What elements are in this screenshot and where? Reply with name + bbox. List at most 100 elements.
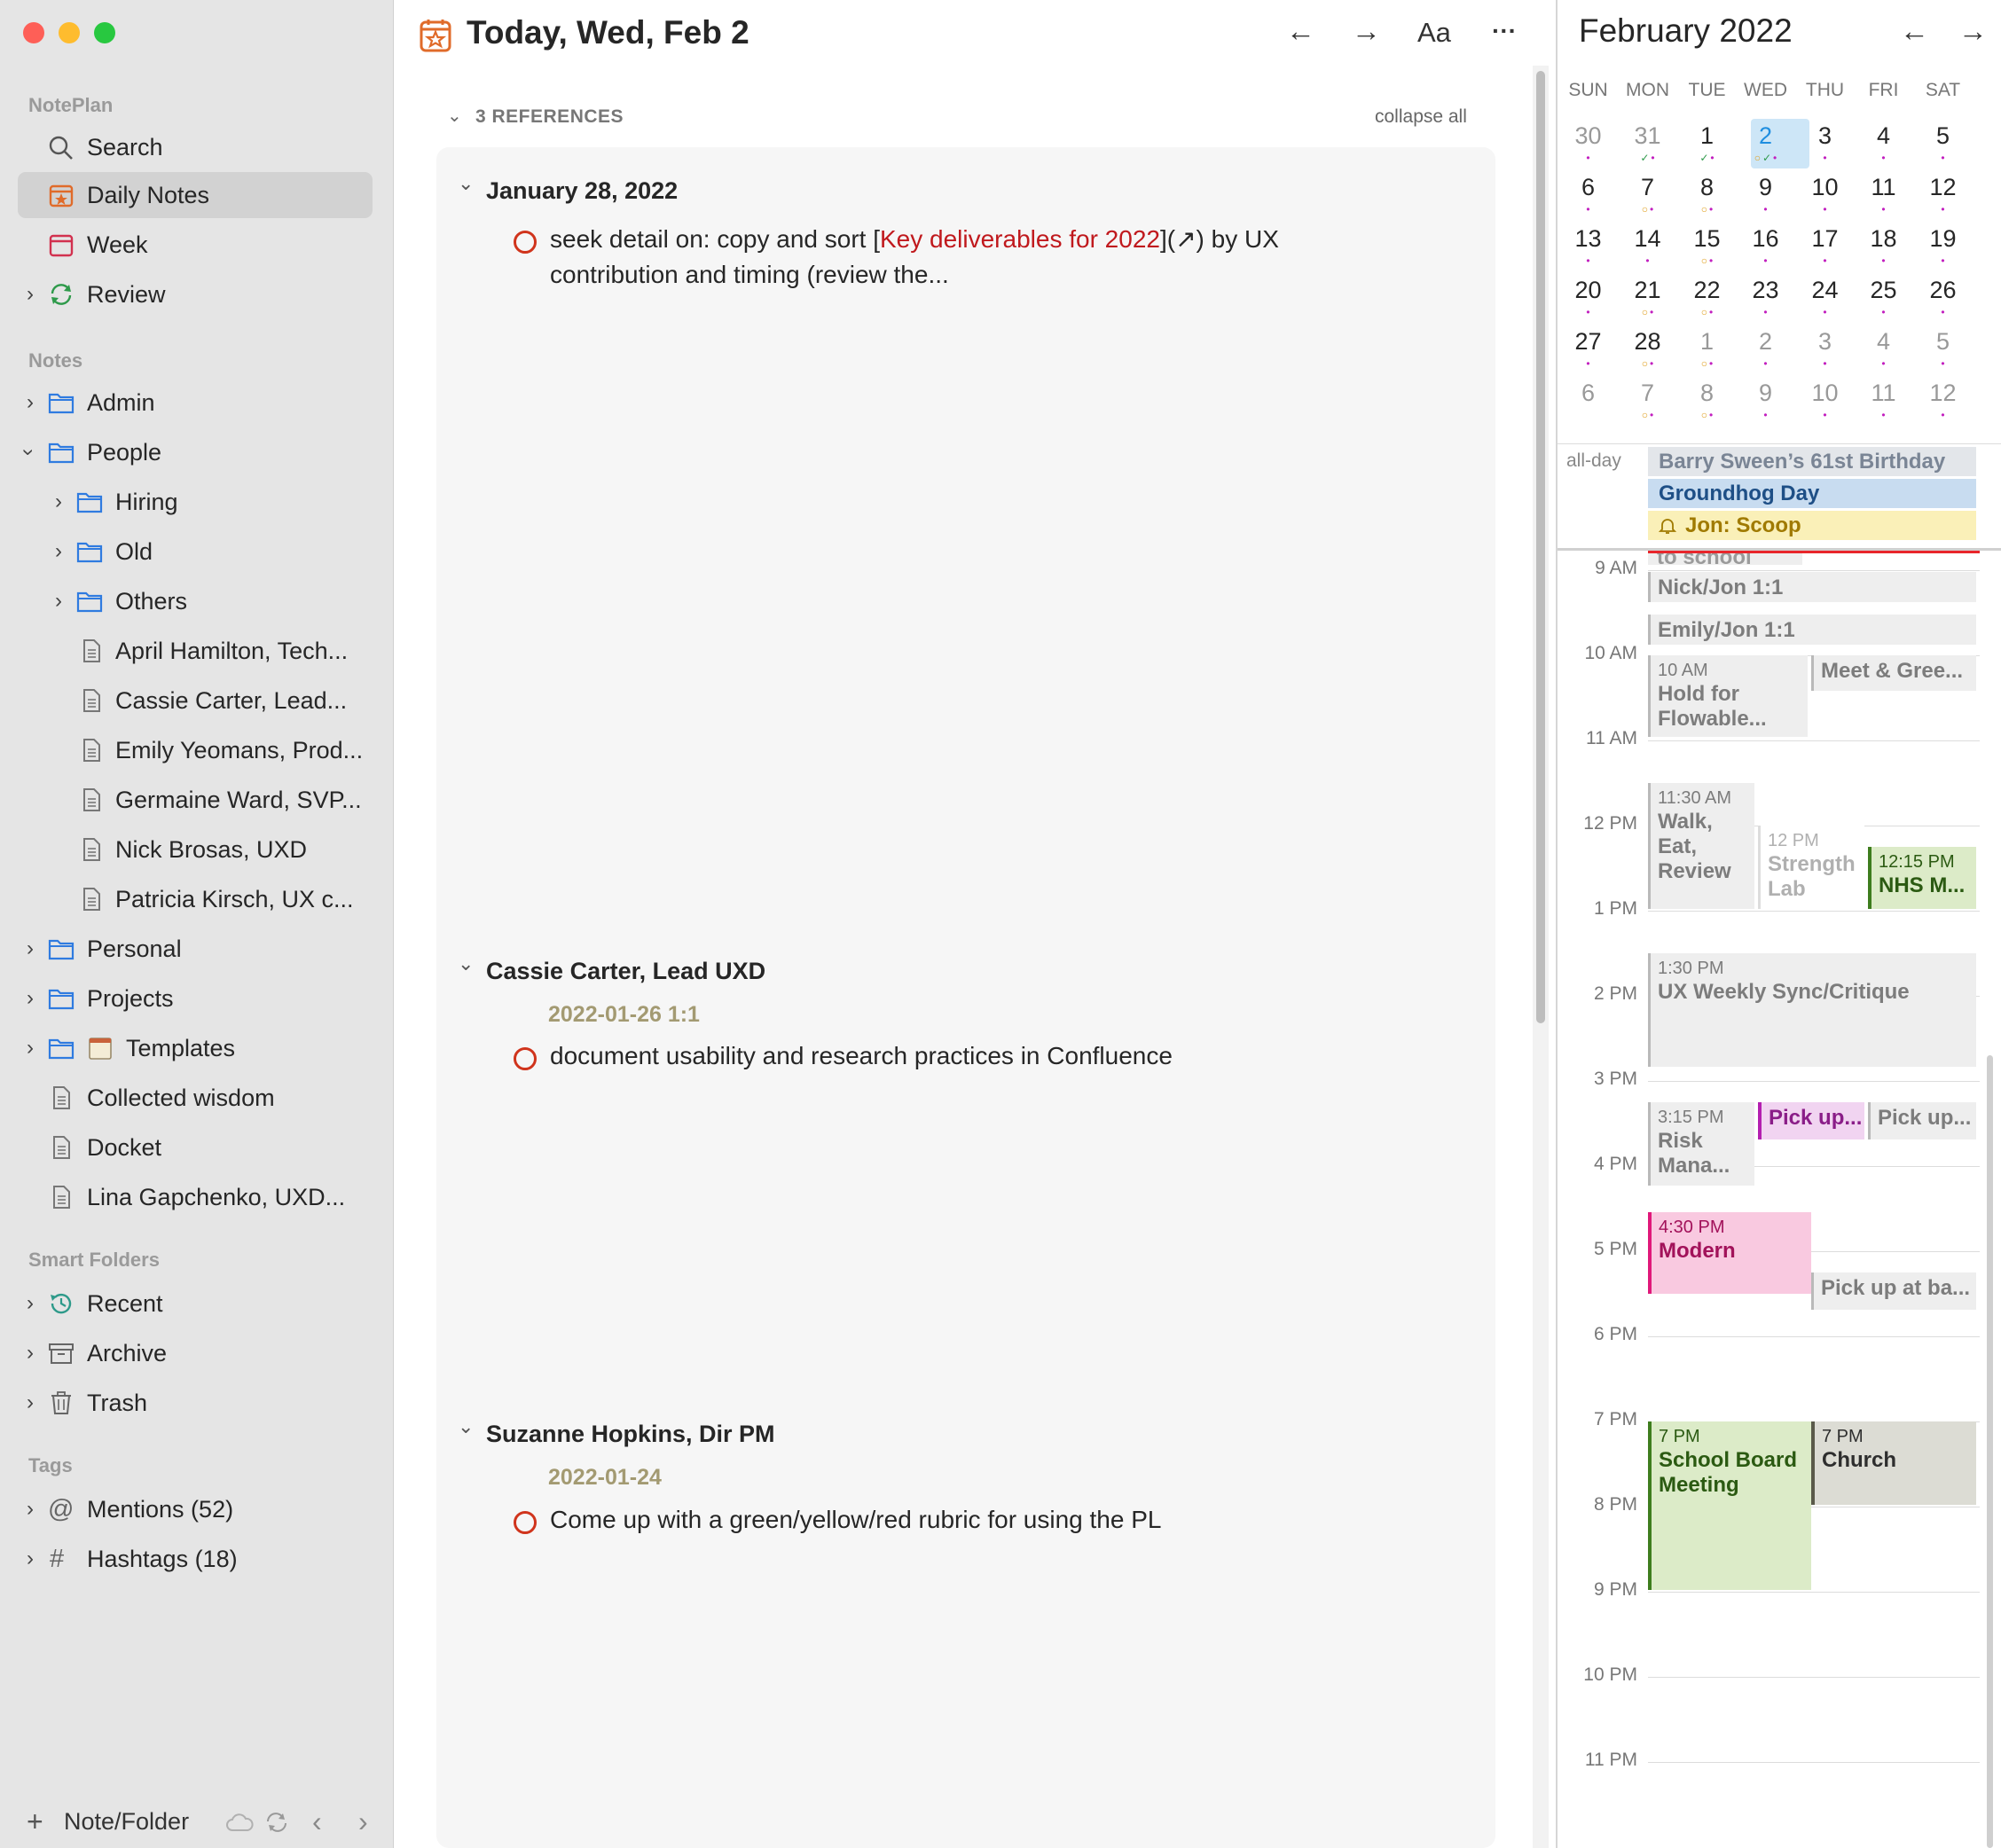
more-options-button[interactable]: ··· <box>1492 17 1517 45</box>
chevron-down-icon[interactable]: › <box>5 449 51 456</box>
chevron-right-icon[interactable]: › <box>27 1280 34 1327</box>
calendar-day[interactable]: 21 <box>1618 277 1677 304</box>
references-header[interactable]: 3 REFERENCES <box>475 106 624 128</box>
calendar-day-today[interactable]: 2 <box>1736 122 1795 150</box>
calendar-day[interactable]: 4 <box>1854 328 1913 356</box>
sidebar-note-docket[interactable]: Docket <box>18 1124 373 1171</box>
sidebar-note-patricia-kirsch[interactable]: Patricia Kirsch, UX c... <box>18 876 373 922</box>
calendar-day[interactable]: 15 <box>1677 225 1737 253</box>
chevron-right-icon[interactable]: › <box>55 578 62 624</box>
calendar-day[interactable]: 7 <box>1618 380 1677 407</box>
minimize-window-button[interactable] <box>59 22 80 43</box>
reference-heading[interactable]: Cassie Carter, Lead UXD <box>486 958 765 985</box>
chevron-right-icon[interactable]: › <box>27 271 34 317</box>
sidebar-item-mentions[interactable]: › @ Mentions (52) <box>18 1486 373 1532</box>
next-day-icon[interactable]: → <box>1352 14 1381 48</box>
calendar-event[interactable]: 11:30 AM Walk, Eat, Review <box>1648 783 1754 909</box>
calendar-event[interactable]: 12:15 PM NHS M... <box>1868 847 1976 909</box>
calendar-day[interactable]: 8 <box>1677 174 1737 201</box>
calendar-event[interactable]: Pick up... <box>1868 1102 1976 1139</box>
calendar-day[interactable]: 14 <box>1618 225 1677 253</box>
calendar-day[interactable]: 22 <box>1677 277 1737 304</box>
sidebar-folder-admin[interactable]: › Admin <box>18 380 373 426</box>
calendar-scrollbar[interactable] <box>1983 1055 1996 1848</box>
all-day-event[interactable]: Groundhog Day <box>1648 479 1976 508</box>
calendar-day[interactable]: 6 <box>1558 380 1618 407</box>
sidebar-folder-projects[interactable]: › Projects <box>18 975 373 1022</box>
calendar-day[interactable]: 7 <box>1618 174 1677 201</box>
calendar-event[interactable]: Emily/Jon 1:1 <box>1648 615 1976 645</box>
calendar-day[interactable]: 26 <box>1913 277 1973 304</box>
sidebar-folder-hiring[interactable]: › Hiring <box>18 479 373 525</box>
chevron-right-icon[interactable]: › <box>55 529 62 575</box>
calendar-day[interactable]: 11 <box>1854 174 1913 201</box>
calendar-day[interactable]: 1 <box>1677 122 1737 150</box>
chevron-right-icon[interactable]: › <box>27 1025 34 1071</box>
sidebar-note-emily-yeomans[interactable]: Emily Yeomans, Prod... <box>18 727 373 773</box>
calendar-day[interactable]: 9 <box>1736 174 1795 201</box>
chevron-right-icon[interactable]: › <box>27 975 34 1022</box>
previous-day-icon[interactable]: ← <box>1286 14 1315 48</box>
sidebar-note-april-hamilton[interactable]: April Hamilton, Tech... <box>18 628 373 674</box>
chevron-down-icon[interactable]: ⌄ <box>447 105 462 127</box>
back-icon[interactable]: ‹ <box>312 1800 322 1843</box>
chevron-right-icon[interactable]: › <box>27 1536 34 1582</box>
calendar-day[interactable]: 5 <box>1913 122 1973 150</box>
all-day-event[interactable]: Barry Sween’s 61st Birthday <box>1648 447 1976 476</box>
chevron-right-icon[interactable]: › <box>27 1380 34 1426</box>
chevron-right-icon[interactable]: › <box>27 926 34 972</box>
previous-month-icon[interactable]: ← <box>1900 14 1929 48</box>
chevron-down-icon[interactable]: ⌄ <box>458 172 474 195</box>
all-day-event-reminder[interactable]: Jon: Scoop <box>1648 511 1976 540</box>
calendar-day[interactable]: 3 <box>1795 122 1855 150</box>
scrollbar-thumb[interactable] <box>1987 1055 1993 1848</box>
note-link[interactable]: Key deliverables for 2022 <box>880 225 1160 253</box>
chevron-right-icon[interactable]: › <box>27 1330 34 1376</box>
calendar-event[interactable]: Meet & Gree... <box>1811 655 1976 691</box>
calendar-day[interactable]: 17 <box>1795 225 1855 253</box>
sidebar-folder-personal[interactable]: › Personal <box>18 926 373 972</box>
calendar-day[interactable]: 8 <box>1677 380 1737 407</box>
calendar-event[interactable]: Pick up... <box>1758 1102 1864 1139</box>
chevron-right-icon[interactable]: › <box>27 380 34 426</box>
sidebar-folder-templates[interactable]: › Templates <box>18 1025 373 1071</box>
calendar-event[interactable]: 7 PM School Board Meeting <box>1648 1421 1811 1590</box>
calendar-day[interactable]: 24 <box>1795 277 1855 304</box>
sidebar-folder-people[interactable]: › People <box>17 429 373 475</box>
calendar-day[interactable]: 3 <box>1795 328 1855 356</box>
calendar-day[interactable]: 11 <box>1854 380 1913 407</box>
task-checkbox[interactable] <box>514 1511 537 1534</box>
calendar-day[interactable]: 6 <box>1558 174 1618 201</box>
calendar-event[interactable]: 10 AM Hold for Flowable... <box>1648 655 1808 737</box>
calendar-day[interactable]: 1 <box>1677 328 1737 356</box>
chevron-down-icon[interactable]: ⌄ <box>458 1415 474 1438</box>
new-note-folder-button[interactable]: Note/Folder <box>64 1800 189 1843</box>
calendar-event[interactable]: Pick up at ba... <box>1811 1272 1976 1310</box>
sidebar-item-search[interactable]: Search <box>18 124 373 170</box>
sidebar-item-archive[interactable]: › Archive <box>18 1330 373 1376</box>
calendar-event[interactable]: 12 PM Strength Lab <box>1758 826 1864 909</box>
sidebar-item-recent[interactable]: › Recent <box>18 1280 373 1327</box>
chevron-right-icon[interactable]: › <box>27 1486 34 1532</box>
calendar-event[interactable]: 1:30 PM UX Weekly Sync/Critique <box>1648 953 1976 1067</box>
calendar-day[interactable]: 2 <box>1736 328 1795 356</box>
scrollbar-thumb[interactable] <box>1536 71 1545 1023</box>
calendar-day[interactable]: 10 <box>1795 380 1855 407</box>
sidebar-item-hashtags[interactable]: › # Hashtags (18) <box>18 1536 373 1582</box>
sidebar-note-germaine-ward[interactable]: Germaine Ward, SVP... <box>18 777 373 823</box>
calendar-day[interactable]: 5 <box>1913 328 1973 356</box>
next-month-icon[interactable]: → <box>1958 14 1988 48</box>
reference-heading[interactable]: January 28, 2022 <box>486 177 678 205</box>
task-checkbox[interactable] <box>514 1047 537 1070</box>
calendar-event[interactable]: 7 PM Church <box>1811 1421 1976 1505</box>
calendar-day[interactable]: 23 <box>1736 277 1795 304</box>
task-checkbox[interactable] <box>514 231 537 254</box>
calendar-day[interactable]: 12 <box>1913 380 1973 407</box>
sidebar-item-review[interactable]: › Review <box>18 271 373 317</box>
calendar-day[interactable]: 31 <box>1618 122 1677 150</box>
calendar-event[interactable]: 4:30 PM Modern <box>1648 1212 1811 1294</box>
sync-icon[interactable] <box>264 1811 289 1834</box>
editor-scrollbar[interactable] <box>1533 66 1549 1848</box>
sidebar-item-week[interactable]: Week <box>18 222 373 268</box>
calendar-event[interactable]: Nick/Jon 1:1 <box>1648 572 1976 602</box>
